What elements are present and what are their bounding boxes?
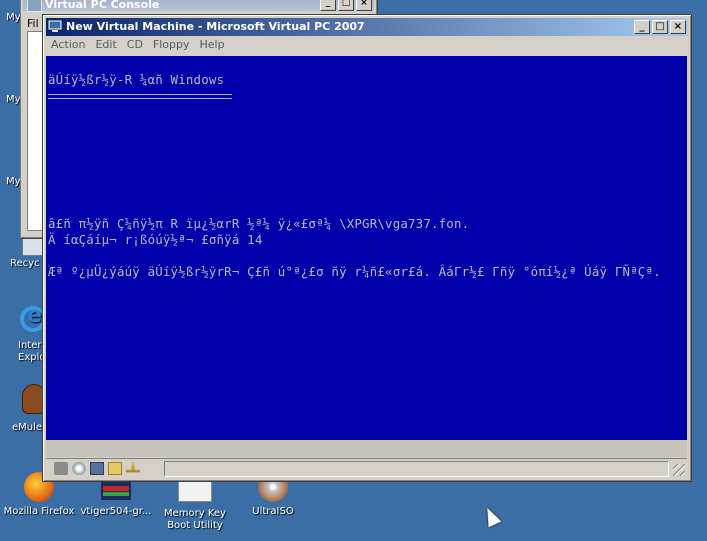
- console-list-pane[interactable]: [27, 31, 43, 231]
- menu-help[interactable]: Help: [196, 38, 229, 54]
- screen-text-line-2: Ä íαÇáíµ¬ r¡ßóúÿ½ª¬ £σñÿá 14: [48, 232, 263, 247]
- console-close-button[interactable]: ×: [356, 0, 372, 11]
- shared-folder-icon[interactable]: [108, 462, 122, 475]
- network-icon[interactable]: [54, 462, 68, 475]
- screen-heading: äÚíÿ½ßr½ÿ-R ¼αñ Windows: [48, 72, 225, 87]
- resize-grip[interactable]: [673, 464, 685, 476]
- desktop-icon-label: UltraISO: [252, 506, 294, 517]
- desktop-icon-label: vtiger504-gr...: [80, 506, 152, 517]
- screen-heading-underline: [48, 94, 232, 99]
- vm-minimize-button[interactable]: _: [634, 20, 650, 34]
- console-titlebar[interactable]: Virtual PC Console _ □ ×: [23, 0, 374, 12]
- cd-icon[interactable]: [72, 462, 86, 475]
- console-menu-file[interactable]: Fil: [27, 17, 39, 30]
- vm-titlebar[interactable]: New Virtual Machine - Microsoft Virtual …: [46, 18, 688, 36]
- screen-text-line-3: Æª º¿µÜ¿ýáúÿ äÚíÿ½ßr½ÿrR¬ Ç£ñ ú°ª¿£σ ñÿ …: [48, 264, 661, 279]
- vm-window[interactable]: New Virtual Machine - Microsoft Virtual …: [42, 14, 692, 482]
- desktop-label-my-1[interactable]: My: [6, 12, 21, 23]
- console-minimize-button[interactable]: _: [320, 0, 336, 11]
- vm-screen[interactable]: äÚíÿ½ßr½ÿ-R ¼αñ Windows â£ñ π½ÿñ Ç¼ñÿ½π …: [46, 56, 687, 440]
- desktop-icon-label: Memory Key: [164, 508, 226, 519]
- desktop-label-recycle[interactable]: Recyc: [10, 258, 40, 269]
- desktop-label-internet[interactable]: Inter: [18, 340, 41, 351]
- console-title: Virtual PC Console: [45, 0, 160, 11]
- vm-close-button[interactable]: ×: [670, 20, 686, 34]
- desktop-icon-label: Mozilla Firefox: [3, 506, 75, 517]
- desktop-label-emule[interactable]: eMule: [12, 422, 42, 433]
- floppy-icon[interactable]: [90, 462, 104, 475]
- vm-maximize-button[interactable]: □: [652, 20, 668, 34]
- menu-floppy[interactable]: Floppy: [149, 38, 194, 54]
- virtual-pc-icon: [48, 20, 62, 32]
- screen-text-line-1: â£ñ π½ÿñ Ç¼ñÿ½π R ïµ¿½αrR ½ª¼ ÿ¿«£σª¼ \X…: [48, 216, 470, 231]
- mouse-cursor: [481, 505, 502, 528]
- menu-action[interactable]: Action: [47, 38, 89, 54]
- menu-cd[interactable]: CD: [123, 38, 147, 54]
- vm-statusbar: [46, 458, 687, 478]
- menu-edit[interactable]: Edit: [91, 38, 120, 54]
- status-pane: [164, 461, 669, 477]
- usb-icon[interactable]: [126, 462, 140, 473]
- vm-menubar: Action Edit CD Floppy Help: [47, 38, 231, 54]
- console-maximize-button[interactable]: □: [338, 0, 354, 11]
- desktop-label-my-2[interactable]: My: [6, 94, 21, 105]
- vm-screen-bottom-band: [46, 440, 687, 457]
- desktop-label-my-3[interactable]: My: [6, 176, 21, 187]
- virtual-pc-icon: [27, 0, 42, 12]
- desktop-icon-label-2: Boot Utility: [167, 520, 223, 531]
- vm-title: New Virtual Machine - Microsoft Virtual …: [66, 20, 365, 33]
